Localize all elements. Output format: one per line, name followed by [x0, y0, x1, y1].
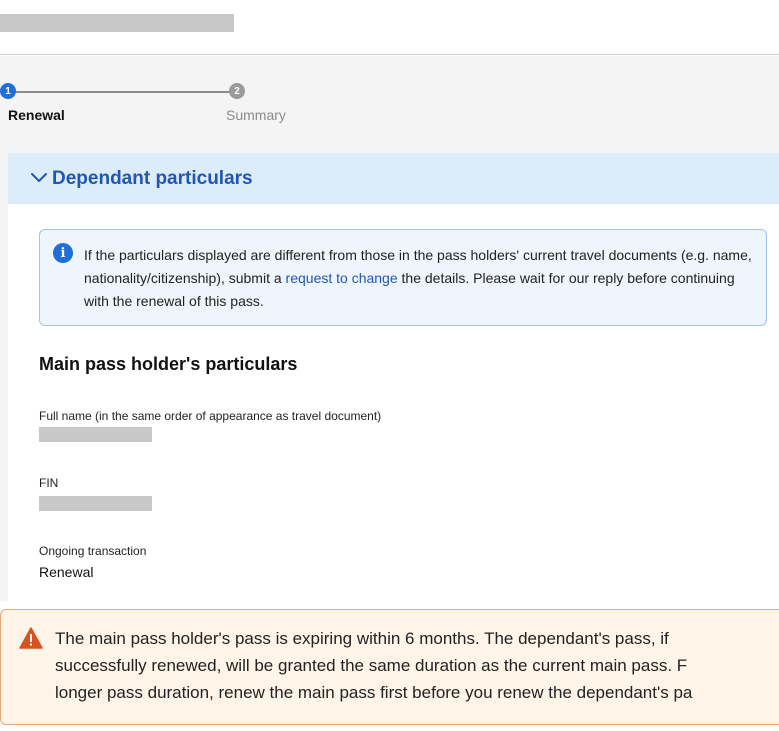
- warning-line-3: longer pass duration, renew the main pas…: [55, 683, 693, 702]
- full-name-value-redacted: [39, 427, 152, 442]
- fin-label: FIN: [39, 476, 59, 490]
- full-name-label: Full name (in the same order of appearan…: [39, 409, 382, 423]
- warning-line-2: successfully renewed, will be granted th…: [55, 656, 688, 675]
- warning-text: The main pass holder's pass is expiring …: [55, 625, 779, 706]
- stepper-line: [14, 91, 230, 93]
- step-1-label[interactable]: Renewal: [8, 107, 65, 123]
- fin-value-redacted: [39, 496, 152, 511]
- warning-line-1: The main pass holder's pass is expiring …: [55, 629, 669, 648]
- info-text: If the particulars displayed are differe…: [84, 244, 758, 313]
- main-holder-title: Main pass holder's particulars: [39, 354, 298, 374]
- redacted-page-title: [0, 14, 234, 32]
- chevron-down-icon: [31, 173, 47, 182]
- info-icon: i: [53, 243, 73, 263]
- ongoing-transaction-value: Renewal: [39, 564, 94, 580]
- step-2-label[interactable]: Summary: [226, 107, 286, 123]
- warning-icon: [19, 627, 43, 649]
- request-to-change-link[interactable]: request to change: [286, 270, 398, 286]
- ongoing-transaction-label: Ongoing transaction: [39, 544, 147, 558]
- step-1-indicator[interactable]: 1: [0, 83, 16, 99]
- dependant-particulars-accordion[interactable]: Dependant particulars: [8, 153, 779, 204]
- accordion-title: Dependant particulars: [52, 168, 253, 189]
- step-2-indicator[interactable]: 2: [229, 83, 245, 99]
- top-header: [0, 0, 779, 55]
